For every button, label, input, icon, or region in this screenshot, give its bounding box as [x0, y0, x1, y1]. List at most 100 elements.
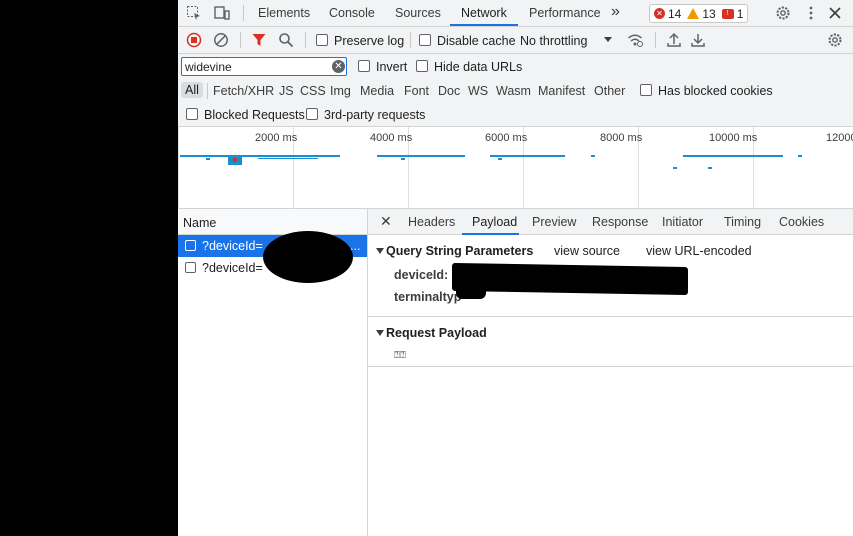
- tab-timing[interactable]: Timing: [724, 215, 761, 229]
- tab-console[interactable]: Console: [329, 6, 375, 20]
- error-count[interactable]: ✕ 14: [654, 7, 681, 21]
- filter-input[interactable]: [181, 57, 347, 76]
- close-devtools-icon[interactable]: [827, 5, 843, 21]
- tab-initiator[interactable]: Initiator: [662, 215, 703, 229]
- tab-elements[interactable]: Elements: [258, 6, 310, 20]
- timeline-bar: [673, 167, 677, 169]
- timeline-bar: [377, 155, 465, 157]
- timeline-overview[interactable]: 2000 ms 4000 ms 6000 ms 8000 ms 10000 ms…: [178, 127, 853, 209]
- expand-triangle-icon[interactable]: [376, 330, 384, 336]
- network-toolbar: Preserve log Disable cache No throttling: [178, 27, 853, 54]
- tab-response[interactable]: Response: [592, 215, 648, 229]
- type-fetch-xhr[interactable]: Fetch/XHR: [213, 84, 274, 98]
- more-tabs-button[interactable]: »: [611, 3, 620, 21]
- divider: [243, 5, 244, 21]
- tab-preview[interactable]: Preview: [532, 215, 576, 229]
- type-media[interactable]: Media: [360, 84, 394, 98]
- clear-filter-icon[interactable]: ✕: [332, 60, 345, 73]
- more-options-icon[interactable]: [803, 5, 819, 21]
- timeline-label: 2000 ms: [255, 132, 298, 144]
- issue-badges[interactable]: ✕ 14 13 ! 1: [649, 4, 749, 23]
- request-payload-title[interactable]: Request Payload: [386, 326, 487, 340]
- query-string-section: Query String Parameters view source view…: [368, 235, 853, 317]
- timeline-label: 4000 ms: [370, 132, 413, 144]
- type-font[interactable]: Font: [404, 84, 429, 98]
- redaction-scribble: [452, 262, 688, 296]
- tab-payload[interactable]: Payload: [472, 215, 517, 229]
- request-detail-panel: ✕ Headers Payload Preview Response Initi…: [368, 209, 853, 536]
- preserve-log-checkbox[interactable]: [316, 34, 328, 46]
- blocked-requests-checkbox[interactable]: [186, 108, 198, 120]
- type-ws[interactable]: WS: [468, 84, 488, 98]
- type-doc[interactable]: Doc: [438, 84, 460, 98]
- expand-triangle-icon[interactable]: [376, 248, 384, 254]
- tab-network[interactable]: Network: [461, 6, 507, 20]
- left-black-area: [0, 0, 178, 536]
- tab-sources[interactable]: Sources: [395, 6, 441, 20]
- search-icon[interactable]: [278, 32, 294, 48]
- issues-count[interactable]: ! 1: [721, 7, 743, 21]
- network-settings-gear-icon[interactable]: [827, 32, 843, 48]
- disable-cache-label: Disable cache: [437, 34, 516, 48]
- divider: [655, 32, 656, 48]
- type-css[interactable]: CSS: [300, 84, 326, 98]
- timeline-marker: [233, 158, 237, 162]
- view-source-link[interactable]: view source: [554, 244, 620, 258]
- network-conditions-icon[interactable]: [627, 32, 643, 48]
- error-icon: ✕: [654, 8, 665, 19]
- query-string-title[interactable]: Query String Parameters: [386, 244, 533, 258]
- type-manifest[interactable]: Manifest: [538, 84, 585, 98]
- type-other[interactable]: Other: [594, 84, 625, 98]
- third-party-label: 3rd-party requests: [324, 108, 426, 122]
- tab-performance[interactable]: Performance: [529, 6, 601, 20]
- export-har-icon[interactable]: [690, 32, 706, 48]
- stop-recording-icon[interactable]: [186, 32, 202, 48]
- timeline-gridline: [178, 127, 179, 209]
- payload-value: ⍰⍰: [394, 350, 406, 361]
- divider: [240, 32, 241, 48]
- type-all[interactable]: All: [181, 82, 203, 98]
- divider: [410, 32, 411, 48]
- hide-data-urls-checkbox[interactable]: [416, 60, 428, 72]
- disable-cache-checkbox[interactable]: [419, 34, 431, 46]
- devtools-panel: Elements Console Sources Network Perform…: [178, 0, 853, 536]
- view-url-encoded-link[interactable]: view URL-encoded: [646, 244, 752, 258]
- type-img[interactable]: Img: [330, 84, 351, 98]
- clear-icon[interactable]: [213, 32, 229, 48]
- import-har-icon[interactable]: [666, 32, 682, 48]
- warning-count[interactable]: 13: [687, 7, 716, 21]
- filter-row: ✕ Invert Hide data URLs: [178, 54, 853, 79]
- close-detail-button[interactable]: ✕: [380, 213, 392, 230]
- has-blocked-cookies-label: Has blocked cookies: [658, 84, 773, 98]
- tab-headers[interactable]: Headers: [408, 215, 455, 229]
- divider: [305, 32, 306, 48]
- chevron-down-icon: [604, 37, 612, 42]
- resource-type-filter: All Fetch/XHR JS CSS Img Media Font Doc …: [178, 79, 853, 102]
- inspect-element-icon[interactable]: [186, 5, 202, 21]
- timeline-bar: [206, 158, 210, 160]
- blocked-requests-row: Blocked Requests 3rd-party requests: [178, 102, 853, 127]
- filter-icon[interactable]: [251, 32, 267, 48]
- timeline-bar: [180, 155, 340, 157]
- name-column-header[interactable]: Name: [178, 209, 367, 235]
- timeline-bar: [401, 158, 405, 160]
- invert-checkbox[interactable]: [358, 60, 370, 72]
- type-js[interactable]: JS: [279, 84, 294, 98]
- tab-cookies[interactable]: Cookies: [779, 215, 824, 229]
- hide-data-urls-label: Hide data URLs: [434, 60, 523, 74]
- request-row-checkbox: [185, 240, 196, 251]
- type-wasm[interactable]: Wasm: [496, 84, 531, 98]
- third-party-checkbox[interactable]: [306, 108, 318, 120]
- active-tab-indicator: [450, 24, 518, 26]
- settings-gear-icon[interactable]: [775, 5, 791, 21]
- device-toolbar-icon[interactable]: [214, 5, 230, 21]
- throttling-select[interactable]: No throttling: [520, 34, 587, 48]
- request-row-checkbox: [185, 262, 196, 273]
- warning-icon: [687, 8, 700, 19]
- detail-tabs: ✕ Headers Payload Preview Response Initi…: [368, 209, 853, 235]
- request-name: ?deviceId=: [202, 239, 263, 253]
- has-blocked-cookies-checkbox[interactable]: [640, 84, 652, 96]
- timeline-bar: [798, 155, 802, 157]
- request-payload-section: Request Payload ⍰⍰: [368, 317, 853, 367]
- timeline-bar: [498, 158, 502, 160]
